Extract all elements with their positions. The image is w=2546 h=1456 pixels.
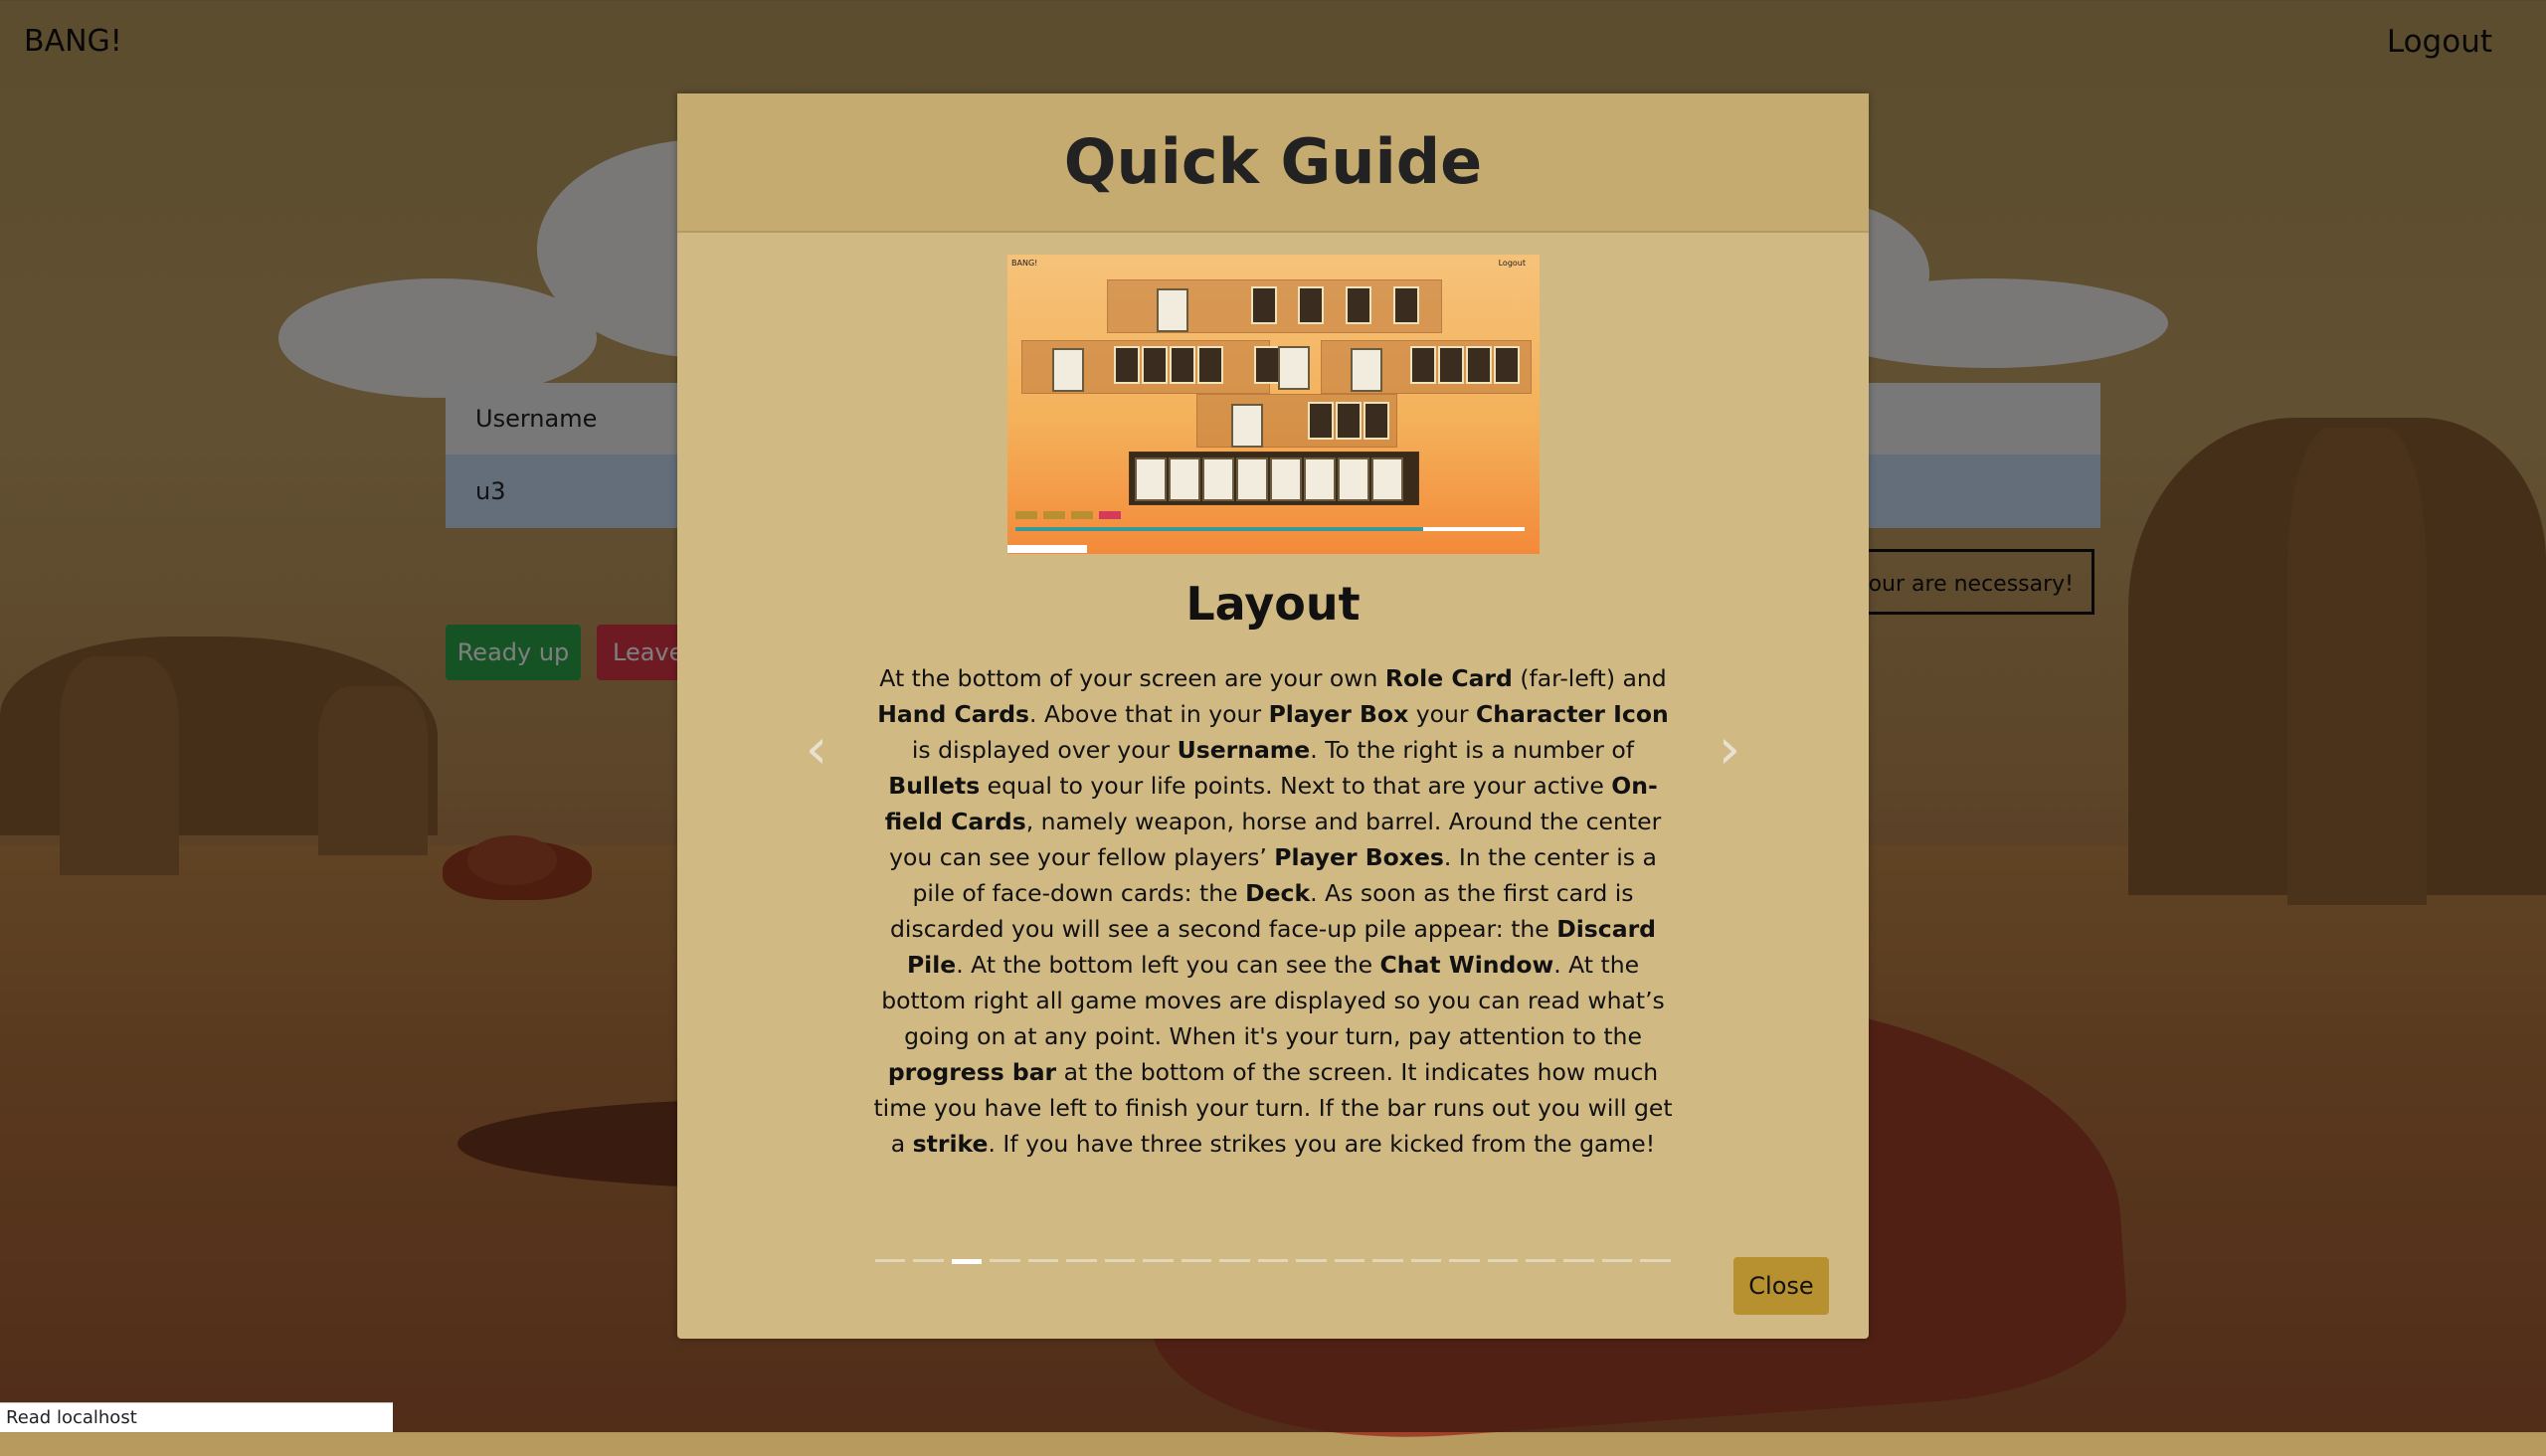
modal-title: Quick Guide [1063,125,1483,198]
carousel-indicator[interactable] [1181,1259,1212,1262]
layout-preview-image: BANG! Logout [1007,255,1540,554]
carousel-indicator[interactable] [1066,1259,1097,1262]
carousel-indicator[interactable] [1257,1259,1289,1262]
carousel-indicator[interactable] [1487,1259,1518,1262]
carousel-indicator[interactable] [1601,1259,1633,1262]
carousel-indicator[interactable] [1525,1259,1556,1262]
preview-bang-button [1099,511,1121,519]
slide-title: Layout [1185,577,1361,631]
carousel-indicator[interactable] [1219,1259,1250,1262]
carousel-indicator[interactable] [1334,1259,1365,1262]
preview-beer-button [1071,511,1093,519]
browser-status-bar: Read localhost [0,1402,393,1432]
carousel-indicator[interactable] [1104,1259,1136,1262]
carousel-indicator[interactable] [1143,1259,1174,1262]
close-button[interactable]: Close [1733,1257,1829,1315]
carousel-indicator[interactable] [951,1259,983,1264]
preview-logout: Logout [1498,259,1526,268]
preview-end-turn-button [1015,511,1037,519]
carousel-indicator[interactable] [1372,1259,1403,1262]
slide-description: At the bottom of your screen are your ow… [873,664,1673,1158]
carousel-indicator[interactable] [1449,1259,1480,1262]
carousel-indicator[interactable] [1296,1259,1327,1262]
quick-guide-modal: Quick Guide BANG! Logout Layout At the b… [677,93,1869,1339]
preview-draw-button [1043,511,1065,519]
carousel-prev-icon[interactable]: ‹ [787,710,846,790]
carousel-indicator[interactable] [1027,1259,1059,1262]
preview-brand: BANG! [1011,259,1038,268]
carousel-indicator[interactable] [875,1259,906,1262]
carousel-indicator[interactable] [1410,1259,1442,1262]
modal-header: Quick Guide [677,93,1869,233]
carousel-indicator[interactable] [1563,1259,1594,1262]
carousel-indicator[interactable] [913,1259,944,1262]
guide-carousel: BANG! Logout Layout At the bottom of you… [677,233,1869,1264]
carousel-indicators [875,1259,1671,1265]
carousel-indicator[interactable] [1640,1259,1671,1262]
carousel-next-icon[interactable]: › [1700,710,1759,790]
carousel-indicator[interactable] [990,1259,1020,1262]
